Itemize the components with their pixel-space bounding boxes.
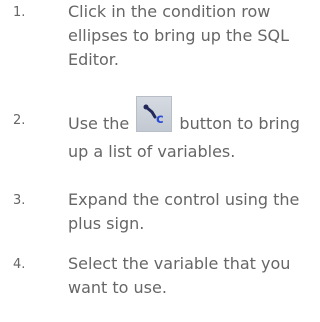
step-line: Expand the control using the bbox=[68, 190, 300, 209]
step-text-before-icon: Use the bbox=[68, 114, 130, 133]
step-number: 3. bbox=[13, 193, 26, 208]
step-number: 2. bbox=[13, 113, 26, 128]
step-text-after-icon: button to bring bbox=[179, 114, 300, 133]
step-text: Expand the control using the plus sign. bbox=[68, 188, 308, 236]
step-line: Select the variable that you bbox=[68, 254, 291, 273]
svg-text:c: c bbox=[156, 112, 164, 127]
variables-icon-graphic: c bbox=[143, 104, 164, 127]
step-line: Click in the condition row bbox=[68, 2, 271, 21]
step-text: Select the variable that you want to use… bbox=[68, 252, 308, 300]
instruction-steps: 1. Click in the condition row ellipses t… bbox=[0, 0, 311, 322]
step-line: Editor. bbox=[68, 50, 119, 69]
step-line: Use the c button to bring bbox=[68, 96, 308, 144]
step-line: plus sign. bbox=[68, 214, 145, 233]
step-line: ellipses to bring up the SQL bbox=[68, 26, 290, 45]
variables-button-icon[interactable]: c bbox=[136, 96, 173, 132]
step-number: 4. bbox=[13, 257, 26, 272]
step-text: Click in the condition row ellipses to b… bbox=[68, 0, 308, 72]
step-text: Use the c button to bring up a list of v… bbox=[68, 96, 308, 164]
step-number: 1. bbox=[13, 5, 26, 20]
step-line: want to use. bbox=[68, 278, 167, 297]
